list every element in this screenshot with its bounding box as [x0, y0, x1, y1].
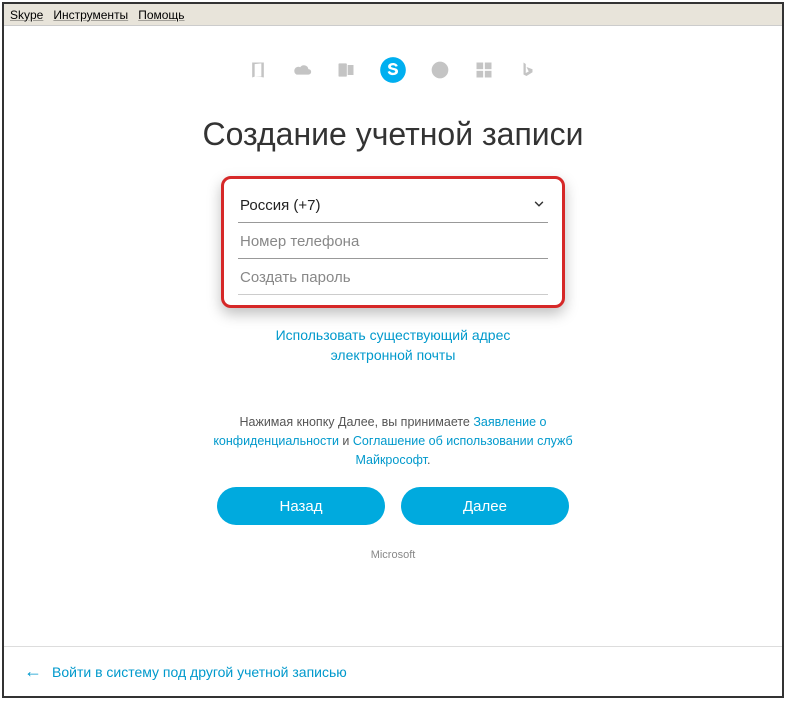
terms-suffix: . — [427, 453, 430, 467]
page-title: Создание учетной записи — [202, 114, 583, 154]
signup-form: Россия (+7) — [221, 176, 565, 308]
switch-account-link[interactable]: ← Войти в систему под другой учетной зап… — [4, 646, 782, 696]
chevron-down-icon — [532, 197, 546, 214]
use-email-link[interactable]: Использовать существующий адрес электрон… — [233, 326, 553, 365]
menu-bar: Skype Инструменты Помощь — [4, 4, 782, 26]
skype-icon — [379, 56, 407, 84]
outlook-icon — [335, 59, 357, 81]
bing-icon — [517, 59, 539, 81]
windows-icon — [473, 59, 495, 81]
password-field-row — [238, 259, 548, 295]
terms-text: Нажимая кнопку Далее, вы принимаете Заяв… — [193, 413, 593, 469]
next-button[interactable]: Далее — [401, 487, 569, 525]
onedrive-icon — [291, 59, 313, 81]
menu-skype[interactable]: Skype — [10, 8, 43, 22]
app-window: Skype Инструменты Помощь — [2, 2, 784, 698]
xbox-icon — [429, 59, 451, 81]
terms-prefix: Нажимая кнопку Далее, вы принимаете — [239, 415, 473, 429]
tos-link[interactable]: Соглашение об использовании служб Майкро… — [353, 434, 573, 467]
content-area: Создание учетной записи Россия (+7) Испо… — [4, 26, 782, 646]
office-icon — [247, 59, 269, 81]
button-row: Назад Далее — [217, 487, 569, 525]
terms-and: и — [339, 434, 353, 448]
switch-account-label: Войти в систему под другой учетной запис… — [52, 664, 347, 680]
footer-brand: Microsoft — [371, 549, 416, 561]
phone-field-row — [238, 223, 548, 259]
password-input[interactable] — [240, 269, 546, 286]
arrow-left-icon: ← — [24, 661, 42, 682]
country-select[interactable]: Россия (+7) — [238, 187, 548, 223]
phone-input[interactable] — [240, 233, 546, 250]
country-value: Россия (+7) — [240, 197, 320, 214]
menu-help[interactable]: Помощь — [138, 8, 184, 22]
service-icons-row — [247, 56, 539, 84]
menu-instruments[interactable]: Инструменты — [53, 8, 128, 22]
back-button[interactable]: Назад — [217, 487, 385, 525]
